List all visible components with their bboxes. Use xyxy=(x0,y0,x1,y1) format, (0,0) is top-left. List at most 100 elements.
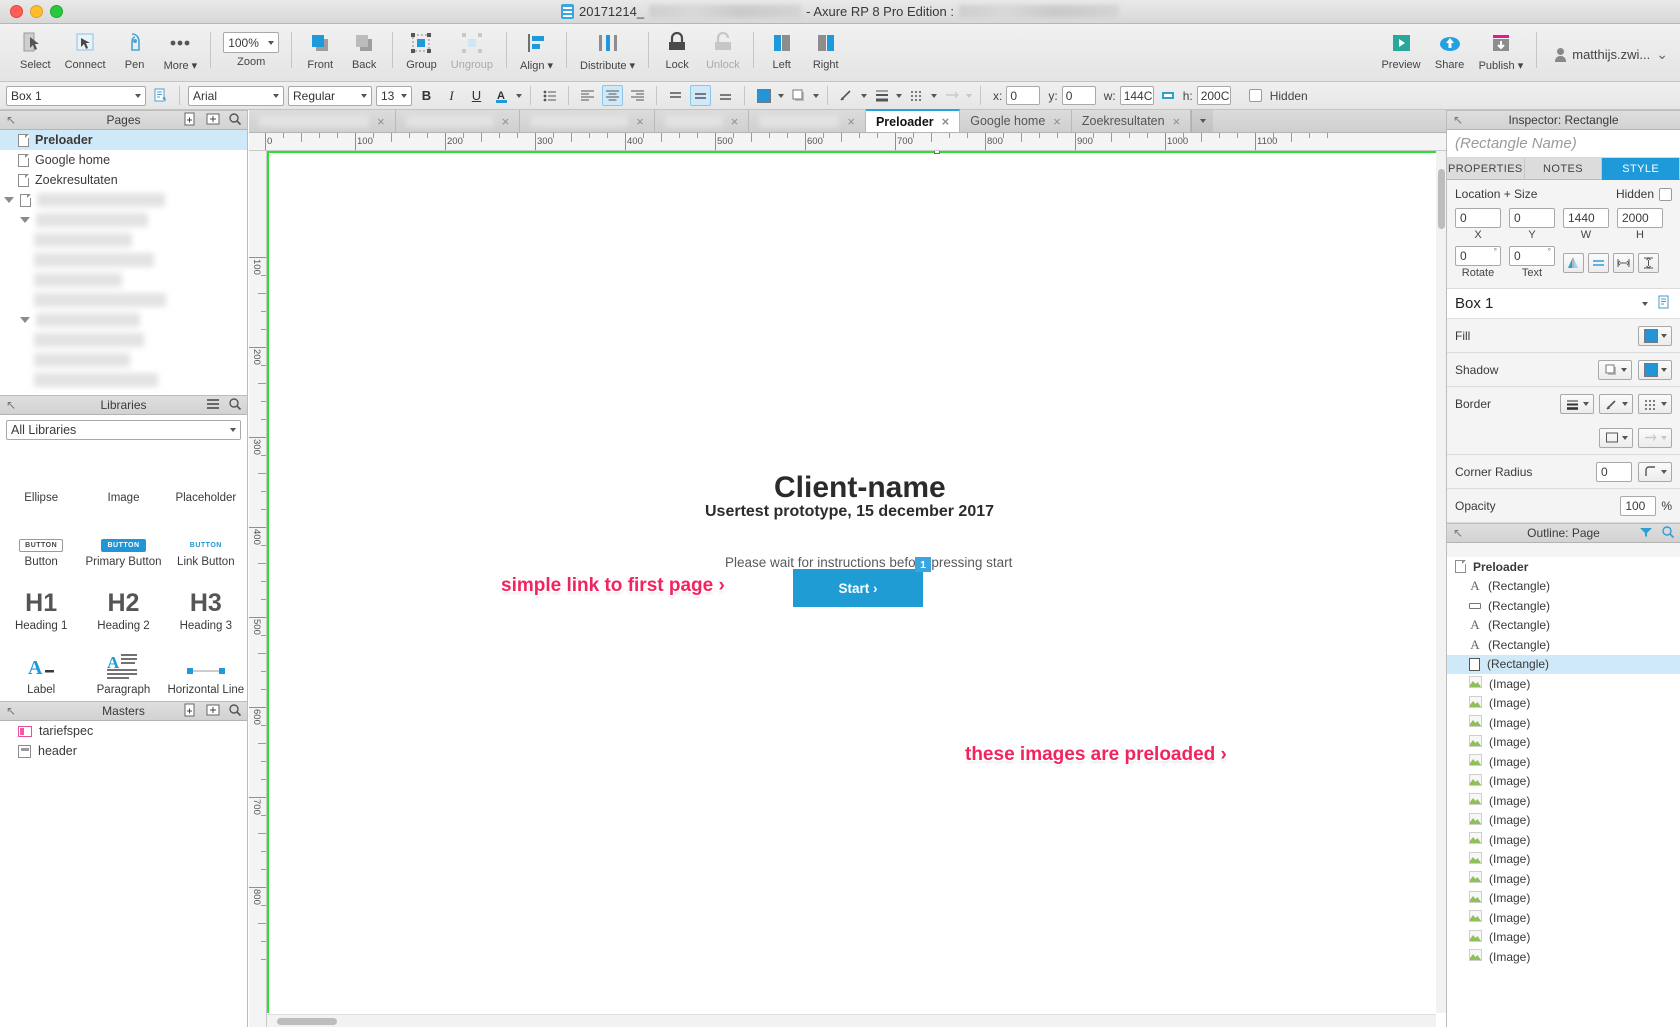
outline-item[interactable]: (Image) xyxy=(1447,928,1680,948)
library-widget-paragraph[interactable]: A Paragraph xyxy=(82,637,164,701)
filter-icon[interactable] xyxy=(1639,525,1653,542)
collapse-panel-icon[interactable]: ↖ xyxy=(1453,526,1463,540)
line-width-button[interactable] xyxy=(871,85,892,106)
chevron-down-icon[interactable] xyxy=(813,93,819,98)
inner-shadow-button[interactable] xyxy=(1638,359,1672,380)
align-bottom-button[interactable] xyxy=(715,85,736,106)
close-icon[interactable]: × xyxy=(1053,114,1061,129)
distribute-button[interactable]: Distribute ▾ xyxy=(573,28,642,80)
outline-item[interactable]: (Rectangle) xyxy=(1447,654,1680,674)
wait-instruction-text[interactable]: Please wait for instructions before pres… xyxy=(725,555,1012,570)
font-size-select[interactable]: 13 xyxy=(376,85,412,106)
shadow-button[interactable] xyxy=(788,85,809,106)
library-select[interactable]: All Libraries xyxy=(6,420,241,440)
annotation-preloaded-images[interactable]: these images are preloaded › xyxy=(965,744,1227,766)
select-tool-button[interactable]: Select xyxy=(13,28,58,80)
outline-item[interactable]: (Image) xyxy=(1447,772,1680,792)
library-widget-heading3[interactable]: H3 Heading 3 xyxy=(165,573,247,637)
page-item-redacted[interactable] xyxy=(0,370,247,390)
page-item-redacted[interactable] xyxy=(0,350,247,370)
chevron-down-icon[interactable] xyxy=(931,93,937,98)
flip-horizontal-button[interactable] xyxy=(1563,252,1584,273)
library-widget-heading1[interactable]: H1 Heading 1 xyxy=(0,573,82,637)
minimize-window-button[interactable] xyxy=(30,5,43,18)
outline-item[interactable]: (Image) xyxy=(1447,869,1680,889)
chevron-down-icon[interactable] xyxy=(1642,301,1648,306)
opacity-row[interactable]: Opacity 100 % xyxy=(1447,489,1680,523)
outline-item[interactable]: (Image) xyxy=(1447,850,1680,870)
library-widget-button[interactable]: BUTTON Button xyxy=(0,509,82,573)
close-icon[interactable]: × xyxy=(502,114,510,129)
share-button[interactable]: Share xyxy=(1428,28,1472,80)
widget-notes-button[interactable] xyxy=(150,85,171,106)
publish-button[interactable]: Publish ▾ xyxy=(1472,28,1531,80)
border-row[interactable]: Border xyxy=(1447,387,1680,421)
h-input[interactable]: 2000 xyxy=(1617,208,1663,228)
widget-name-select[interactable]: Box 1 xyxy=(6,85,146,106)
zoom-select[interactable]: 100% xyxy=(223,32,280,53)
add-page-icon[interactable] xyxy=(184,112,198,129)
scrollbar-thumb[interactable] xyxy=(277,1018,337,1025)
chevron-down-icon[interactable] xyxy=(516,93,522,98)
outline-item[interactable]: A (Rectangle) xyxy=(1447,635,1680,655)
collapse-panel-icon[interactable]: ↖ xyxy=(6,398,16,412)
library-widget-grid[interactable]: Ellipse Image Placeholder BUTTON Button xyxy=(0,445,247,701)
start-button[interactable]: Start › xyxy=(793,569,923,607)
border-sides-button[interactable] xyxy=(1599,427,1633,448)
tab-overflow-button[interactable] xyxy=(1191,110,1214,132)
flip-vertical-button[interactable] xyxy=(1588,252,1609,273)
outline-item[interactable]: (Image) xyxy=(1447,811,1680,831)
align-right-button[interactable] xyxy=(627,85,648,106)
page-item-redacted[interactable] xyxy=(0,250,247,270)
annotation-simple-link[interactable]: simple link to first page › xyxy=(501,575,725,597)
outline-item[interactable]: (Image) xyxy=(1447,713,1680,733)
library-widget-primary-button[interactable]: BUTTON Primary Button xyxy=(82,509,164,573)
outline-item[interactable]: (Image) xyxy=(1447,733,1680,753)
fill-color-button[interactable] xyxy=(753,85,774,106)
fit-width-button[interactable] xyxy=(1613,252,1634,273)
tab-properties[interactable]: PROPERTIES xyxy=(1447,158,1525,180)
inspector-tabs[interactable]: PROPERTIES NOTES STYLE xyxy=(1447,158,1680,180)
collapse-panel-icon[interactable]: ↖ xyxy=(6,113,16,127)
client-subtitle[interactable]: Usertest prototype, 15 december 2017 xyxy=(705,503,994,521)
page-item-redacted[interactable] xyxy=(0,290,247,310)
collapse-panel-icon[interactable]: ↖ xyxy=(1453,113,1463,127)
align-left-button[interactable] xyxy=(577,85,598,106)
close-icon[interactable]: × xyxy=(636,114,644,129)
library-widget-label[interactable]: A Label xyxy=(0,637,82,701)
pages-list[interactable]: Preloader Google home Zoekresultaten xyxy=(0,130,247,395)
footnote-badge[interactable]: 1 xyxy=(915,557,931,572)
outline-item[interactable]: (Rectangle) xyxy=(1447,596,1680,616)
expand-triangle-icon[interactable] xyxy=(4,197,14,203)
outline-item[interactable]: (Image) xyxy=(1447,791,1680,811)
outline-item[interactable]: A (Rectangle) xyxy=(1447,616,1680,636)
canvas-tab-redacted[interactable]: × xyxy=(749,110,866,132)
page-item-redacted[interactable] xyxy=(0,190,247,210)
preview-button[interactable]: Preview xyxy=(1374,28,1427,80)
library-menu-icon[interactable] xyxy=(206,397,220,414)
border-style-button[interactable] xyxy=(1638,394,1672,414)
library-widget-placeholder[interactable]: Placeholder xyxy=(165,445,247,509)
chevron-down-icon[interactable] xyxy=(778,93,784,98)
corner-radius-input[interactable]: 0 xyxy=(1596,461,1632,482)
page-canvas[interactable]: Client-name Usertest prototype, 15 decem… xyxy=(267,151,1436,1013)
outline-tree[interactable]: Preloader A (Rectangle) (Rectangle) A (Recta… xyxy=(1447,557,1680,1027)
bold-button[interactable]: B xyxy=(416,85,437,106)
w-input[interactable]: 144C xyxy=(1119,86,1154,105)
account-menu[interactable]: matthijs.zwi... ⌄ xyxy=(1543,28,1680,80)
add-folder-icon[interactable] xyxy=(206,112,220,129)
h-input[interactable]: 200C xyxy=(1196,86,1231,105)
y-input[interactable]: 0 xyxy=(1509,208,1555,228)
client-name-heading[interactable]: Client-name xyxy=(774,471,946,505)
y-input[interactable]: 0 xyxy=(1061,86,1096,105)
page-item-redacted[interactable] xyxy=(0,230,247,250)
canvas-tab-preloader[interactable]: Preloader × xyxy=(865,109,961,132)
fit-height-button[interactable] xyxy=(1638,252,1659,273)
canvas-tab-redacted[interactable]: × xyxy=(249,110,396,132)
outline-item[interactable]: (Image) xyxy=(1447,752,1680,772)
close-icon[interactable]: × xyxy=(731,114,739,129)
shadow-row[interactable]: Shadow xyxy=(1447,353,1680,387)
library-widget-image[interactable]: Image xyxy=(82,445,164,509)
expand-triangle-icon[interactable] xyxy=(20,217,30,223)
rotate-input[interactable]: 0 ° xyxy=(1455,246,1501,266)
